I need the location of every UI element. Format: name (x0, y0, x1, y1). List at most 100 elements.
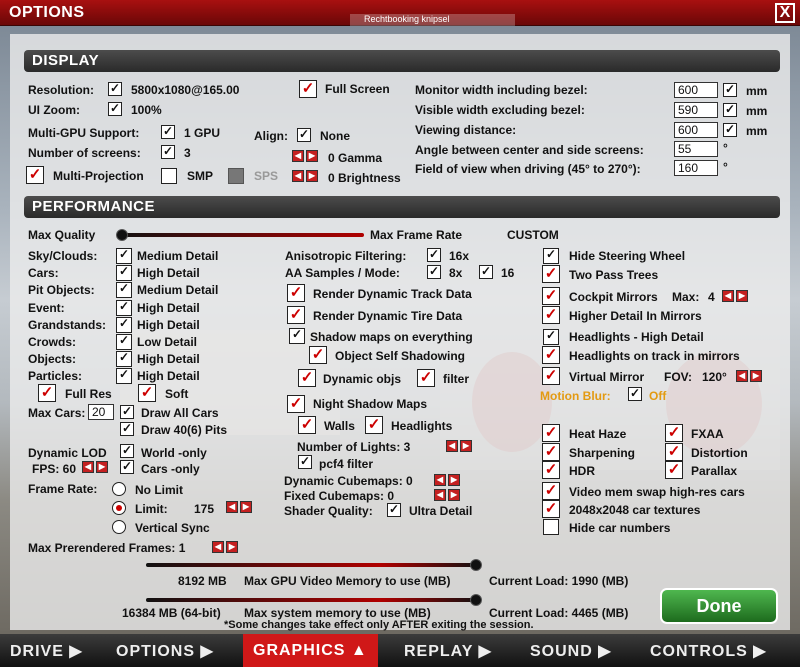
prerender-increase-icon[interactable]: ▶ (226, 541, 238, 553)
screens-dropdown-icon[interactable]: ✓ (161, 145, 175, 159)
mirrors-increase-icon[interactable]: ▶ (736, 290, 748, 302)
postprocess-checkbox[interactable]: ✓ (665, 443, 683, 461)
fullscreen-checkbox[interactable]: ✓ (299, 80, 317, 98)
fixcube-decrease-icon[interactable]: ◀ (434, 489, 446, 501)
detail-dropdown-icon[interactable]: ✓ (116, 248, 132, 264)
detail-dropdown-icon[interactable]: ✓ (116, 368, 132, 385)
nav-replay[interactable]: REPLAY ▶ (404, 641, 492, 661)
multigpu-dropdown-icon[interactable]: ✓ (161, 125, 175, 139)
right-option-checkbox[interactable]: ✓ (543, 329, 559, 345)
world-only-checkbox[interactable]: ✓ (120, 444, 134, 458)
system-memory-slider-handle[interactable] (470, 594, 482, 606)
maxcars-field[interactable]: 20 (88, 404, 114, 420)
rdtire-checkbox[interactable]: ✓ (287, 306, 305, 324)
prerender-decrease-icon[interactable]: ◀ (212, 541, 224, 553)
gamma-increase-icon[interactable]: ▶ (306, 150, 318, 162)
vsync-radio[interactable] (112, 520, 126, 534)
aniso-dropdown-icon[interactable]: ✓ (427, 248, 441, 262)
brightness-decrease-icon[interactable]: ◀ (292, 170, 304, 182)
filter-checkbox[interactable]: ✓ (417, 369, 435, 387)
drawall-checkbox[interactable]: ✓ (120, 405, 134, 419)
fixcube-increase-icon[interactable]: ▶ (448, 489, 460, 501)
quality-slider[interactable] (118, 233, 364, 237)
cars-only-checkbox[interactable]: ✓ (120, 460, 134, 474)
resolution-dropdown-icon[interactable]: ✓ (108, 82, 122, 96)
multiprojection-checkbox[interactable]: ✓ (26, 166, 44, 184)
detail-dropdown-icon[interactable]: ✓ (116, 282, 132, 299)
align-dropdown-icon[interactable]: ✓ (297, 128, 311, 142)
rdtrack-checkbox[interactable]: ✓ (287, 284, 305, 302)
dynobjs-checkbox[interactable]: ✓ (298, 369, 316, 387)
right-option-checkbox[interactable]: ✓ (542, 346, 560, 364)
vmirror-fov-decrease-icon[interactable]: ◀ (736, 370, 748, 382)
fullres-checkbox[interactable]: ✓ (38, 384, 56, 402)
postprocess-checkbox[interactable]: ✓ (542, 424, 560, 442)
visible-width-field[interactable]: 590 (674, 102, 718, 118)
postprocess-checkbox[interactable]: ✓ (542, 461, 560, 479)
quality-slider-handle[interactable] (116, 229, 128, 241)
fov-field[interactable]: 160 (674, 160, 718, 176)
detail-dropdown-icon[interactable]: ✓ (116, 316, 132, 333)
selfshadow-checkbox[interactable]: ✓ (309, 346, 327, 364)
dyncube-increase-icon[interactable]: ▶ (448, 474, 460, 486)
nav-graphics[interactable]: GRAPHICS ▲ (243, 634, 378, 667)
nav-drive[interactable]: DRIVE ▶ (10, 641, 83, 661)
detail-dropdown-icon[interactable]: ✓ (116, 334, 132, 350)
nav-controls[interactable]: CONTROLS ▶ (650, 641, 767, 661)
walls-checkbox[interactable]: ✓ (298, 416, 316, 434)
shadowmaps-checkbox[interactable]: ✓ (289, 328, 305, 344)
vmswap-checkbox[interactable]: ✓ (542, 482, 560, 500)
shader-dropdown-icon[interactable]: ✓ (387, 503, 401, 517)
numlights-increase-icon[interactable]: ▶ (460, 440, 472, 452)
soft-checkbox[interactable]: ✓ (138, 384, 156, 402)
nav-sound[interactable]: SOUND ▶ (530, 641, 612, 661)
limit-radio[interactable] (112, 501, 126, 515)
mirrors-decrease-icon[interactable]: ◀ (722, 290, 734, 302)
monitor-width-field[interactable]: 600 (674, 82, 718, 98)
brightness-increase-icon[interactable]: ▶ (306, 170, 318, 182)
right-option-checkbox[interactable]: ✓ (542, 265, 560, 283)
done-button[interactable]: Done (660, 588, 778, 624)
draw40-checkbox[interactable]: ✓ (120, 422, 134, 436)
limit-decrease-icon[interactable]: ◀ (226, 501, 238, 513)
vmirror-fov-increase-icon[interactable]: ▶ (750, 370, 762, 382)
right-option-checkbox[interactable]: ✓ (542, 367, 560, 385)
postprocess-checkbox[interactable]: ✓ (665, 424, 683, 442)
limit-increase-icon[interactable]: ▶ (240, 501, 252, 513)
nightshadow-checkbox[interactable]: ✓ (287, 395, 305, 413)
gpu-memory-slider[interactable] (146, 563, 480, 567)
postprocess-checkbox[interactable]: ✓ (665, 461, 683, 479)
smp-checkbox[interactable] (161, 168, 177, 184)
detail-dropdown-icon[interactable]: ✓ (116, 351, 132, 368)
viewing-distance-dropdown-icon[interactable]: ✓ (723, 123, 737, 137)
right-option-checkbox[interactable]: ✓ (542, 287, 560, 305)
aa-samples-dropdown-icon[interactable]: ✓ (427, 265, 441, 279)
aa-mode-dropdown-icon[interactable]: ✓ (479, 265, 493, 279)
nolimit-radio[interactable] (112, 482, 126, 496)
uizoom-dropdown-icon[interactable]: ✓ (108, 102, 122, 116)
close-button[interactable]: X (775, 3, 795, 23)
angle-field[interactable]: 55 (674, 141, 718, 157)
motionblur-dropdown-icon[interactable]: ✓ (628, 387, 642, 401)
numlights-decrease-icon[interactable]: ◀ (446, 440, 458, 452)
nav-options[interactable]: OPTIONS ▶ (116, 641, 214, 661)
detail-dropdown-icon[interactable]: ✓ (116, 299, 132, 316)
right-option-checkbox[interactable]: ✓ (543, 248, 559, 264)
gamma-decrease-icon[interactable]: ◀ (292, 150, 304, 162)
system-memory-slider[interactable] (146, 598, 480, 602)
viewing-distance-field[interactable]: 600 (674, 122, 718, 138)
multigpu-value: 1 GPU (184, 126, 221, 140)
detail-dropdown-icon[interactable]: ✓ (116, 265, 132, 282)
postprocess-checkbox[interactable]: ✓ (542, 443, 560, 461)
monitor-width-dropdown-icon[interactable]: ✓ (723, 83, 737, 97)
headlights-checkbox[interactable]: ✓ (365, 416, 383, 434)
tex2048-checkbox[interactable]: ✓ (542, 500, 560, 518)
fps-decrease-icon[interactable]: ◀ (82, 461, 94, 473)
fps-increase-icon[interactable]: ▶ (96, 461, 108, 473)
gpu-memory-slider-handle[interactable] (470, 559, 482, 571)
hidenums-checkbox[interactable] (543, 519, 559, 535)
pcf4-checkbox[interactable]: ✓ (298, 455, 312, 469)
right-option-checkbox[interactable]: ✓ (542, 306, 560, 324)
dyncube-decrease-icon[interactable]: ◀ (434, 474, 446, 486)
visible-width-dropdown-icon[interactable]: ✓ (723, 103, 737, 117)
